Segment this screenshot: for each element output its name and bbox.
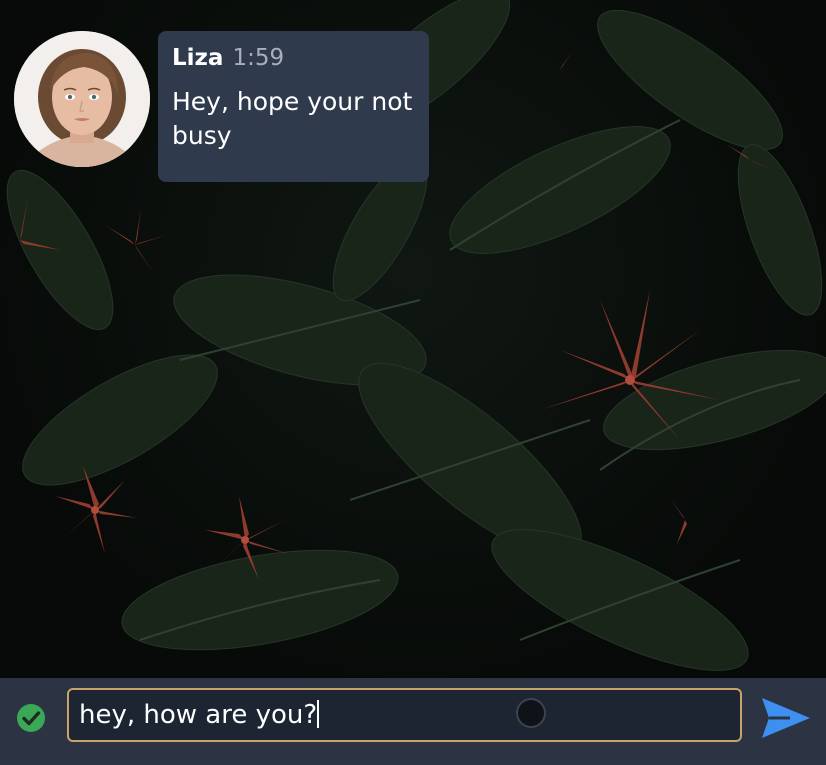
message-input-text[interactable]: hey, how are you?	[79, 700, 320, 730]
message-text: Hey, hope your not busy	[172, 87, 413, 150]
message-bubble: Liza 1:59 Hey, hope your not busy	[158, 31, 429, 182]
message-input[interactable]: hey, how are you?	[67, 688, 742, 742]
text-caret	[317, 700, 320, 728]
avatar-portrait	[14, 31, 150, 167]
send-button[interactable]	[760, 694, 812, 742]
chat-window: Liza 1:59 Hey, hope your not busy hey, h…	[0, 0, 826, 765]
message-item: Liza 1:59 Hey, hope your not busy	[14, 31, 429, 182]
message-header: Liza 1:59	[172, 45, 415, 71]
message-time: 1:59	[232, 45, 285, 71]
sender-name[interactable]: Liza	[172, 45, 223, 71]
cursor-dot-icon	[516, 698, 546, 728]
avatar[interactable]	[14, 31, 150, 167]
draft-text: hey, how are you?	[79, 700, 318, 730]
composer-bar: hey, how are you?	[0, 678, 826, 765]
check-circle-icon	[17, 704, 45, 732]
